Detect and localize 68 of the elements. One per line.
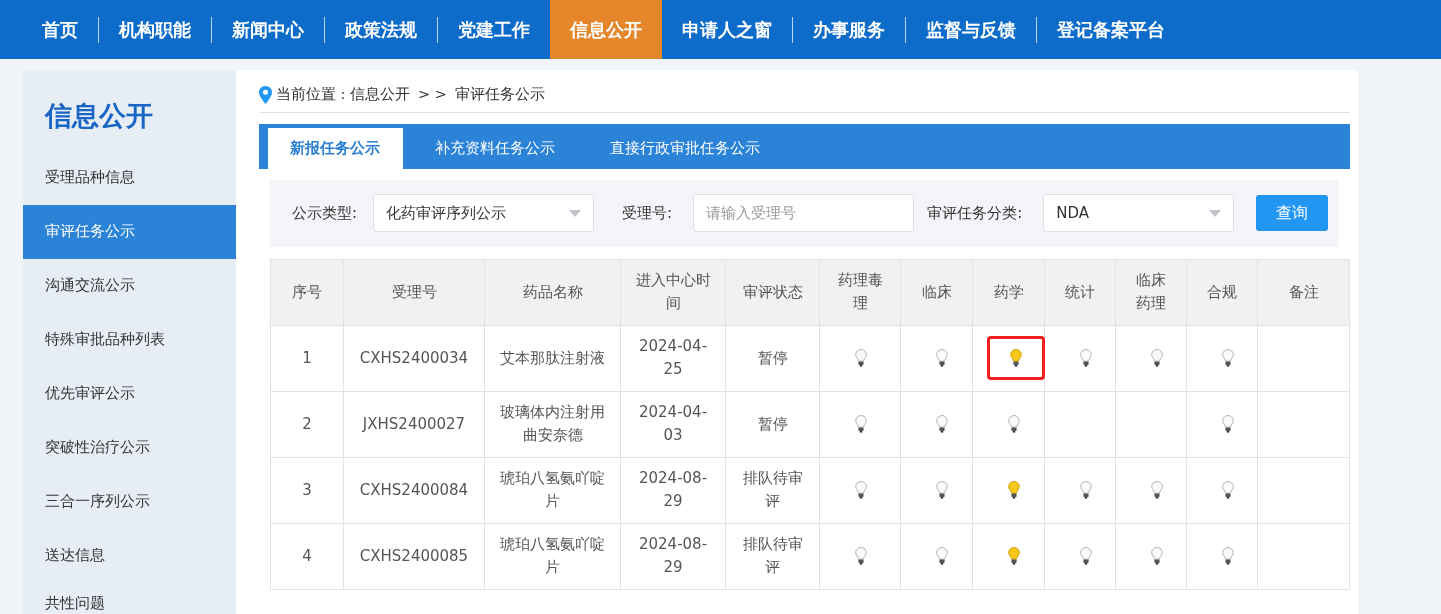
caret-icon: [1209, 209, 1222, 217]
column-header: 备注: [1257, 259, 1350, 326]
table-cell: 2024-08-29: [620, 457, 726, 524]
table-cell: 1: [270, 325, 344, 392]
column-header: 药学: [972, 259, 1045, 326]
sidebar-item[interactable]: 送达信息: [23, 528, 236, 583]
table-cell: 3: [270, 457, 344, 524]
table-cell: CXHS2400085: [343, 523, 485, 590]
table-cell: 2024-08-29: [620, 523, 726, 590]
table-cell: 艾本那肽注射液: [484, 325, 621, 392]
filter-label: 公示类型:: [292, 203, 358, 224]
column-header: 进入中心时间: [620, 259, 726, 326]
table-cell: 排队待审评: [725, 523, 820, 590]
table-cell: 暂停: [725, 391, 820, 458]
nav-link[interactable]: 机构职能: [99, 0, 211, 59]
nav-link[interactable]: 信息公开: [550, 0, 662, 59]
sidebar-item[interactable]: 三合一序列公示: [23, 474, 236, 529]
table-cell: 2024-04-25: [620, 325, 726, 392]
table-cell: 排队待审评: [725, 457, 820, 524]
column-header: 审评状态: [725, 259, 820, 326]
column-header: 序号: [270, 259, 344, 326]
sidebar-item[interactable]: 特殊审批品种列表: [23, 312, 236, 367]
table-cell: 玻璃体内注射用曲安奈德: [484, 391, 621, 458]
category-dropdown[interactable]: NDA: [1043, 194, 1235, 233]
sidebar-item[interactable]: 共性问题: [23, 582, 236, 614]
breadcrumb-current: 审评任务公示: [455, 85, 546, 104]
table-cell: CXHS2400084: [343, 457, 485, 524]
column-header: 统计: [1044, 259, 1116, 326]
table-cell: 琥珀八氢氨吖啶片: [484, 457, 621, 524]
sidebar-item[interactable]: 受理品种信息: [23, 150, 236, 205]
nav-link[interactable]: 办事服务: [793, 0, 905, 59]
nav-link[interactable]: 政策法规: [325, 0, 437, 59]
sidebar-item[interactable]: 突破性治疗公示: [23, 420, 236, 475]
table-cell: JXHS2400027: [343, 391, 485, 458]
breadcrumb-separator: > >: [418, 85, 448, 104]
table-cell: CXHS2400034: [343, 325, 485, 392]
nav-link[interactable]: 监督与反馈: [906, 0, 1036, 59]
table-cell: 2: [270, 391, 344, 458]
table-cell: 暂停: [725, 325, 820, 392]
sidebar-title: 信息公开: [43, 99, 154, 133]
column-header: 临床药理: [1115, 259, 1187, 326]
column-header: 药品名称: [484, 259, 621, 326]
nav-link[interactable]: 登记备案平台: [1037, 0, 1185, 59]
column-header: 药理毒理: [819, 259, 901, 326]
table-cell: 琥珀八氢氨吖啶片: [484, 523, 621, 590]
nav-link[interactable]: 首页: [22, 0, 98, 59]
table-cell: 2024-04-03: [620, 391, 726, 458]
number-input-field[interactable]: 请输入受理号: [693, 194, 915, 233]
sidebar-item[interactable]: 优先审评公示: [23, 366, 236, 421]
tab[interactable]: 直接行政审批任务公示: [588, 127, 783, 169]
column-header: 受理号: [343, 259, 485, 326]
nav-link[interactable]: 申请人之窗: [662, 0, 792, 59]
column-header: 临床: [900, 259, 973, 326]
tab[interactable]: 新报任务公示: [268, 127, 403, 169]
tab[interactable]: 补充资料任务公示: [413, 127, 578, 169]
sidebar-item[interactable]: 沟通交流公示: [23, 258, 236, 313]
column-header: 合规: [1186, 259, 1258, 326]
nav-link[interactable]: 新闻中心: [212, 0, 324, 59]
sidebar-item[interactable]: 审评任务公示: [23, 204, 236, 259]
type-dropdown[interactable]: 化药审评序列公示: [373, 194, 595, 233]
breadcrumb-label: 当前位置 : 信息公开: [276, 85, 411, 104]
query-button[interactable]: 查询: [1256, 195, 1328, 232]
filter-label: 受理号:: [622, 203, 673, 224]
caret-icon: [569, 209, 582, 217]
location-pin-icon: [259, 85, 272, 104]
filter-label: 审评任务分类:: [927, 203, 1023, 224]
table-cell: 4: [270, 523, 344, 590]
nav-link[interactable]: 党建工作: [438, 0, 550, 59]
